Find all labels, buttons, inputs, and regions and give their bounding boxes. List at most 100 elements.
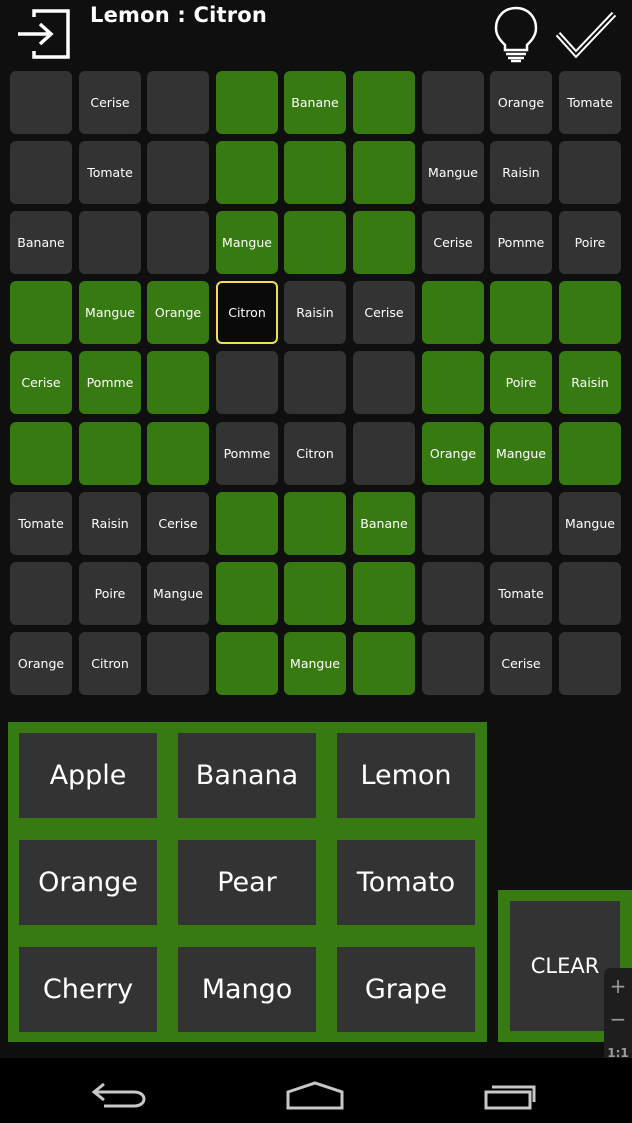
- word-button-cherry[interactable]: Cherry: [19, 947, 157, 1032]
- grid-cell[interactable]: [559, 632, 621, 695]
- grid-cell[interactable]: Poire: [559, 211, 621, 274]
- grid-cell[interactable]: [559, 422, 621, 485]
- zoom-in-button[interactable]: +: [604, 974, 632, 998]
- grid-cell[interactable]: [490, 492, 552, 555]
- back-icon[interactable]: [90, 1080, 148, 1110]
- grid-cell[interactable]: Banane: [284, 71, 346, 134]
- grid-cell[interactable]: [79, 422, 141, 485]
- grid-cell[interactable]: [216, 632, 278, 695]
- zoom-out-button[interactable]: −: [604, 1007, 632, 1031]
- grid-cell[interactable]: Banane: [10, 211, 72, 274]
- grid-cell[interactable]: Raisin: [490, 141, 552, 204]
- home-icon[interactable]: [284, 1080, 346, 1110]
- recents-icon[interactable]: [482, 1080, 540, 1110]
- grid-cell[interactable]: Orange: [422, 422, 484, 485]
- grid-cell[interactable]: Poire: [79, 562, 141, 625]
- grid-cell[interactable]: Citron: [216, 281, 278, 344]
- grid-cell[interactable]: Tomate: [559, 71, 621, 134]
- grid-cell[interactable]: [147, 211, 209, 274]
- grid-cell[interactable]: Pomme: [490, 211, 552, 274]
- grid-cell[interactable]: [216, 562, 278, 625]
- grid-cell[interactable]: Mangue: [559, 492, 621, 555]
- word-button-orange[interactable]: Orange: [19, 840, 157, 925]
- grid-cell[interactable]: Mangue: [284, 632, 346, 695]
- grid-cell[interactable]: [10, 281, 72, 344]
- grid-cell[interactable]: [147, 351, 209, 414]
- grid-cell[interactable]: [284, 351, 346, 414]
- grid-cell[interactable]: Raisin: [559, 351, 621, 414]
- grid-cell[interactable]: Cerise: [147, 492, 209, 555]
- grid-cell[interactable]: Mangue: [147, 562, 209, 625]
- grid-cell[interactable]: [284, 562, 346, 625]
- lightbulb-icon: [494, 6, 538, 63]
- grid-cell[interactable]: [422, 71, 484, 134]
- grid-cell[interactable]: Mangue: [216, 211, 278, 274]
- grid-cell[interactable]: [422, 351, 484, 414]
- grid-cell[interactable]: [216, 71, 278, 134]
- grid-cell[interactable]: [422, 632, 484, 695]
- grid-cell[interactable]: [559, 141, 621, 204]
- grid-cell[interactable]: [147, 71, 209, 134]
- grid-cell[interactable]: Mangue: [79, 281, 141, 344]
- grid-cell[interactable]: [353, 632, 415, 695]
- grid-cell[interactable]: Raisin: [79, 492, 141, 555]
- grid-cell[interactable]: Pomme: [79, 351, 141, 414]
- grid-cell[interactable]: Tomate: [10, 492, 72, 555]
- grid-cell[interactable]: [353, 422, 415, 485]
- grid-cell[interactable]: Cerise: [422, 211, 484, 274]
- grid-cell[interactable]: Tomate: [79, 141, 141, 204]
- grid-cell[interactable]: [559, 562, 621, 625]
- exit-button[interactable]: [14, 7, 72, 61]
- grid-cell[interactable]: [216, 492, 278, 555]
- grid-cell[interactable]: Mangue: [490, 422, 552, 485]
- grid-cell[interactable]: [422, 492, 484, 555]
- grid-cell[interactable]: [216, 141, 278, 204]
- word-palette: Apple Banana Lemon Orange Pear Tomato Cherry Ma…: [8, 722, 487, 1042]
- grid-cell[interactable]: Pomme: [216, 422, 278, 485]
- grid-cell[interactable]: Cerise: [10, 351, 72, 414]
- grid-cell[interactable]: Orange: [10, 632, 72, 695]
- grid-cell[interactable]: Tomate: [490, 562, 552, 625]
- grid-cell[interactable]: Banane: [353, 492, 415, 555]
- grid-cell[interactable]: [147, 141, 209, 204]
- grid-cell[interactable]: Mangue: [422, 141, 484, 204]
- word-button-tomato[interactable]: Tomato: [337, 840, 475, 925]
- grid-cell[interactable]: [353, 141, 415, 204]
- grid-cell[interactable]: [422, 281, 484, 344]
- word-button-mango[interactable]: Mango: [178, 947, 316, 1032]
- grid-cell[interactable]: Raisin: [284, 281, 346, 344]
- grid-cell[interactable]: Orange: [490, 71, 552, 134]
- grid-cell[interactable]: [10, 562, 72, 625]
- grid-cell[interactable]: [284, 211, 346, 274]
- grid-cell[interactable]: [353, 71, 415, 134]
- grid-cell[interactable]: [353, 351, 415, 414]
- grid-cell[interactable]: Citron: [284, 422, 346, 485]
- word-button-lemon[interactable]: Lemon: [337, 733, 475, 818]
- grid-cell[interactable]: [353, 562, 415, 625]
- grid-cell[interactable]: [79, 211, 141, 274]
- grid-cell[interactable]: Citron: [79, 632, 141, 695]
- grid-cell[interactable]: [10, 422, 72, 485]
- grid-cell[interactable]: [216, 351, 278, 414]
- grid-cell[interactable]: [147, 422, 209, 485]
- grid-cell[interactable]: [422, 562, 484, 625]
- grid-cell[interactable]: [284, 492, 346, 555]
- grid-cell[interactable]: [147, 632, 209, 695]
- word-button-pear[interactable]: Pear: [178, 840, 316, 925]
- word-button-banana[interactable]: Banana: [178, 733, 316, 818]
- grid-cell[interactable]: [10, 141, 72, 204]
- grid-cell[interactable]: Poire: [490, 351, 552, 414]
- word-button-apple[interactable]: Apple: [19, 733, 157, 818]
- hint-button[interactable]: [490, 4, 542, 64]
- grid-cell[interactable]: [353, 211, 415, 274]
- grid-cell[interactable]: Cerise: [79, 71, 141, 134]
- grid-cell[interactable]: Cerise: [353, 281, 415, 344]
- grid-cell[interactable]: Orange: [147, 281, 209, 344]
- word-button-grape[interactable]: Grape: [337, 947, 475, 1032]
- submit-button[interactable]: [552, 6, 620, 62]
- grid-cell[interactable]: [10, 71, 72, 134]
- grid-cell[interactable]: [284, 141, 346, 204]
- grid-cell[interactable]: [559, 281, 621, 344]
- grid-cell[interactable]: [490, 281, 552, 344]
- grid-cell[interactable]: Cerise: [490, 632, 552, 695]
